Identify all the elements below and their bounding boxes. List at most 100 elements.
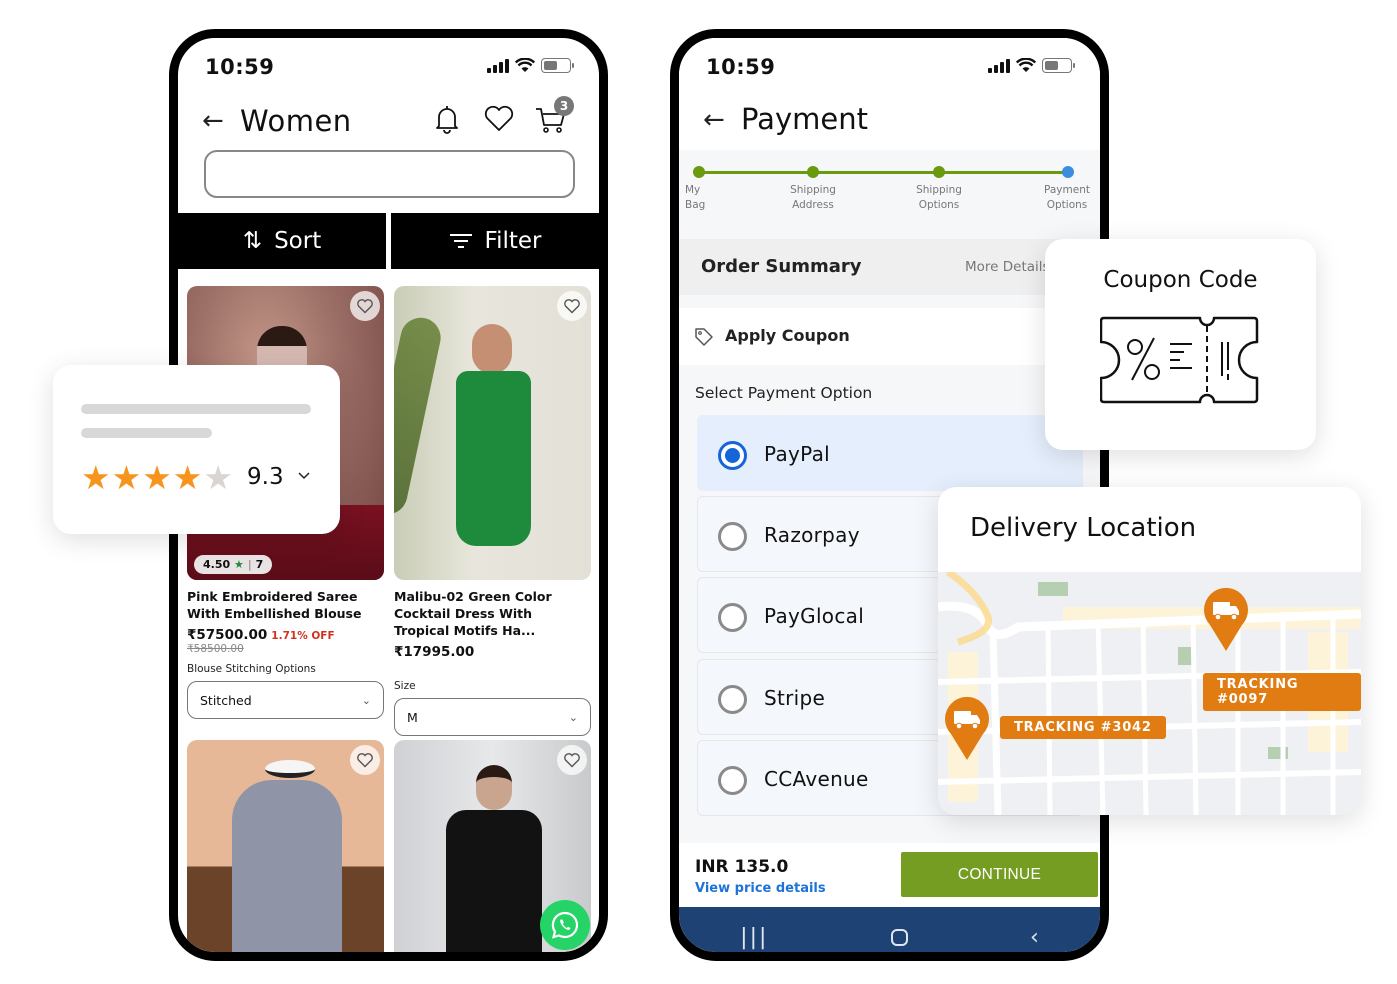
- chevron-down-icon[interactable]: [296, 467, 312, 483]
- favorite-button[interactable]: [557, 745, 587, 775]
- product-name[interactable]: Pink Embroidered Saree With Embellished …: [187, 588, 384, 622]
- discount-label: 1.71% OFF: [271, 630, 335, 642]
- apply-coupon-row[interactable]: Apply Coupon: [679, 308, 1100, 365]
- back-arrow-icon[interactable]: ←: [202, 106, 224, 136]
- step-label: Shipping Address: [790, 184, 836, 211]
- step-dot-done: [693, 166, 705, 178]
- star-rating[interactable]: ★ ★ ★ ★ ★: [81, 461, 233, 494]
- catalog-header: ← Women 3: [178, 96, 599, 150]
- coupon-card-title: Coupon Code: [1103, 267, 1258, 293]
- order-summary-title: Order Summary: [701, 256, 862, 277]
- rating-pill: 4.50 ★ | 7: [194, 555, 273, 574]
- step-dot-done: [933, 166, 945, 178]
- step-label: Shipping Options: [916, 184, 962, 211]
- recent-apps-icon[interactable]: |||: [740, 925, 768, 950]
- payment-option-label: Stripe: [764, 686, 826, 710]
- signal-icon: [988, 58, 1010, 73]
- checkout-progress: My Bag Shipping Address Shipping Options Pa…: [679, 150, 1090, 225]
- wishlist-heart-icon[interactable]: [482, 102, 516, 136]
- product-name[interactable]: Malibu-02 Green Color Cocktail Dress Wit…: [394, 588, 591, 639]
- product-image[interactable]: [394, 286, 591, 580]
- radio-button[interactable]: [718, 685, 747, 714]
- product-image[interactable]: [187, 740, 384, 952]
- continue-button[interactable]: CONTINUE: [901, 852, 1098, 897]
- star-filled-icon: ★: [142, 458, 172, 497]
- radio-button-selected[interactable]: [718, 441, 747, 470]
- star-icon: ★: [233, 558, 244, 571]
- coupon-code-card: Coupon Code: [1045, 239, 1316, 450]
- star-filled-icon: ★: [172, 458, 203, 497]
- payment-option-label: PayPal: [764, 442, 831, 466]
- rating-count: 7: [255, 558, 264, 571]
- sort-filter-bar: ⇅ Sort Filter: [178, 213, 599, 269]
- product-price: ₹17995.00: [394, 644, 475, 660]
- status-bar: 10:59: [679, 38, 1100, 88]
- wifi-icon: [1016, 58, 1036, 72]
- whatsapp-icon: [551, 911, 579, 939]
- filter-icon: [449, 234, 472, 248]
- radio-button[interactable]: [718, 522, 747, 551]
- favorite-button[interactable]: [350, 291, 380, 321]
- truck-pin-icon[interactable]: [943, 696, 991, 762]
- select-value: M: [407, 709, 418, 725]
- back-arrow-icon[interactable]: ←: [703, 105, 725, 135]
- view-price-details-link[interactable]: View price details: [695, 881, 826, 896]
- back-icon[interactable]: ‹: [1030, 925, 1039, 950]
- star-filled-icon: ★: [111, 458, 142, 497]
- delivery-map[interactable]: TRACKING #0097 TRACKING #3042: [938, 572, 1361, 815]
- coupon-ticket-icon: [1100, 316, 1259, 404]
- select-value: Stitched: [200, 692, 252, 708]
- page-title: Payment: [741, 102, 868, 136]
- product-card[interactable]: [187, 740, 384, 952]
- wifi-icon: [515, 58, 535, 72]
- home-icon[interactable]: [890, 928, 908, 946]
- sort-button[interactable]: ⇅ Sort: [178, 213, 386, 269]
- filter-button[interactable]: Filter: [391, 213, 599, 269]
- step-dot-done: [807, 166, 819, 178]
- rating-value: 4.50: [203, 558, 231, 571]
- step-label: My Bag: [685, 184, 706, 211]
- step-dot-current: [1062, 166, 1074, 178]
- sort-label: Sort: [274, 228, 322, 254]
- star-empty-icon: ★: [203, 458, 233, 497]
- battery-icon: [541, 58, 574, 73]
- search-input[interactable]: [204, 150, 575, 198]
- progress-line: [699, 171, 1068, 174]
- size-select[interactable]: M ⌄: [394, 698, 591, 736]
- truck-pin-icon[interactable]: [1202, 587, 1250, 653]
- total-amount: INR 135.0: [695, 857, 789, 877]
- rating-card: ★ ★ ★ ★ ★ 9.3: [53, 365, 340, 534]
- product-card[interactable]: Malibu-02 Green Color Cocktail Dress Wit…: [394, 286, 591, 736]
- heart-icon: [564, 753, 580, 768]
- cart-button[interactable]: 3: [534, 96, 574, 136]
- apply-coupon-label: Apply Coupon: [725, 326, 850, 345]
- status-time: 10:59: [706, 55, 776, 79]
- step-label: Payment Options: [1044, 184, 1090, 211]
- radio-button[interactable]: [718, 603, 747, 632]
- status-icons: [487, 58, 574, 73]
- payment-option-label: CCAvenue: [764, 767, 869, 791]
- heart-icon: [564, 299, 580, 314]
- status-icons: [988, 58, 1075, 73]
- favorite-button[interactable]: [557, 291, 587, 321]
- more-details-link[interactable]: More Details: [965, 259, 1050, 275]
- order-summary-row[interactable]: Order Summary More Details: [679, 239, 1100, 295]
- whatsapp-button[interactable]: [540, 900, 590, 950]
- chevron-down-icon: ⌄: [361, 693, 371, 707]
- favorite-button[interactable]: [350, 745, 380, 775]
- tracking-label[interactable]: TRACKING #3042: [1000, 716, 1166, 739]
- product-price: ₹57500.00: [187, 627, 268, 643]
- star-filled-icon: ★: [81, 458, 111, 497]
- filter-label: Filter: [484, 228, 542, 254]
- sort-arrows-icon: ⇅: [242, 228, 263, 254]
- payment-option-paypal[interactable]: PayPal: [697, 415, 1083, 491]
- payment-header: ← Payment: [679, 88, 1100, 150]
- bell-icon[interactable]: [430, 102, 464, 136]
- stitching-select[interactable]: Stitched ⌄: [187, 681, 384, 719]
- battery-icon: [1042, 58, 1075, 73]
- delivery-location-card: Delivery Location TRACKING #0097 TRACKIN…: [938, 487, 1361, 815]
- radio-button[interactable]: [718, 766, 747, 795]
- checkout-footer: INR 135.0 View price details CONTINUE: [679, 843, 1100, 907]
- tracking-label[interactable]: TRACKING #0097: [1203, 673, 1361, 711]
- signal-icon: [487, 58, 509, 73]
